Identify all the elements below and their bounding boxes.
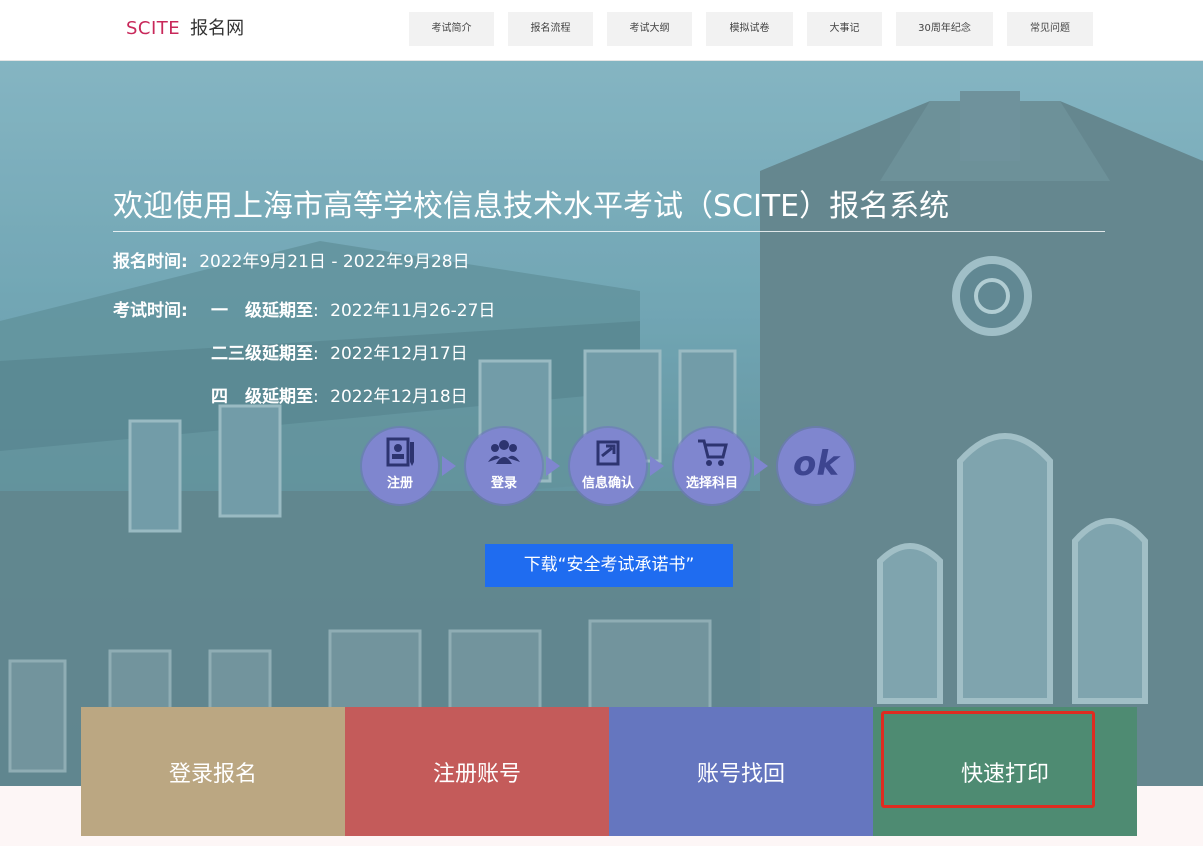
exam-level-sep: :: [313, 344, 319, 364]
tile-label: 注册账号: [432, 761, 521, 787]
tile-label: 登录报名: [168, 761, 257, 787]
step-select-subject: 选择科目: [674, 428, 750, 504]
tile-label: 账号找回: [696, 761, 785, 787]
step-arrow-icon: [650, 456, 664, 476]
nav-timeline[interactable]: 大事记: [807, 12, 882, 46]
step-register: 注册: [362, 428, 438, 504]
nav-mock-exam[interactable]: 模拟试卷: [706, 12, 793, 46]
registration-time: 报名时间: 2022年9月21日 - 2022年9月28日: [113, 247, 470, 272]
step-ok: ok: [778, 428, 854, 504]
exam-row-level-1: 一 级延期至: 2022年11月26-27日: [211, 296, 495, 321]
top-header: SCITE 报名网 考试简介 报名流程 考试大纲 模拟试卷 大事记 30周年纪念 …: [0, 0, 1203, 61]
cart-icon: [698, 439, 728, 466]
ok-text: ok: [793, 444, 839, 484]
step-arrow-icon: [754, 456, 768, 476]
exam-level-sep: :: [313, 387, 319, 407]
registration-steps: 注册 登录 信息确认 选择科目 ok: [362, 428, 862, 508]
users-icon: [488, 440, 520, 464]
confirm-arrow-icon: [596, 440, 620, 466]
action-tiles: 登录报名 注册账号 账号找回 快速打印: [81, 707, 1137, 836]
step-confirm-info: 信息确认: [570, 428, 646, 504]
nav-process[interactable]: 报名流程: [508, 12, 593, 46]
main-nav: 考试简介 报名流程 考试大纲 模拟试卷 大事记 30周年纪念 常见问题: [409, 12, 1107, 46]
step-arrow-icon: [442, 456, 456, 476]
register-card-icon: [386, 437, 414, 467]
tile-label: 快速打印: [960, 761, 1049, 787]
login-register-tile[interactable]: 登录报名: [81, 707, 345, 836]
exam-time-label-text: 考试时间:: [113, 301, 188, 321]
quick-print-tile[interactable]: 快速打印: [873, 707, 1137, 836]
exam-row-level-23: 二三级延期至: 2022年12月17日: [211, 339, 468, 364]
exam-level-label: 四 级延期至: [211, 387, 313, 407]
account-recovery-tile[interactable]: 账号找回: [609, 707, 873, 836]
step-login: 登录: [466, 428, 542, 504]
nav-faq[interactable]: 常见问题: [1007, 12, 1093, 46]
campus-building-illustration: [0, 61, 1203, 786]
register-account-tile[interactable]: 注册账号: [345, 707, 609, 836]
exam-time-label: 考试时间:: [113, 296, 188, 321]
exam-row-level-4: 四 级延期至: 2022年12月18日: [211, 382, 468, 407]
exam-level-label: 一 级延期至: [211, 301, 313, 321]
registration-time-value: 2022年9月21日 - 2022年9月28日: [199, 252, 470, 272]
step-label: 注册: [386, 476, 413, 491]
exam-level-date: 2022年11月26-27日: [330, 301, 496, 321]
hero-banner: 欢迎使用上海市高等学校信息技术水平考试（SCITE）报名系统 报名时间: 202…: [0, 61, 1203, 786]
logo-site-name: 报名网: [190, 18, 245, 39]
exam-level-sep: :: [313, 301, 319, 321]
page-title: 欢迎使用上海市高等学校信息技术水平考试（SCITE）报名系统: [113, 181, 1105, 232]
step-label: 选择科目: [685, 476, 738, 491]
nav-30th-anniversary[interactable]: 30周年纪念: [896, 12, 993, 46]
nav-syllabus[interactable]: 考试大纲: [607, 12, 692, 46]
exam-level-date: 2022年12月17日: [330, 344, 468, 364]
step-arrow-icon: [546, 456, 560, 476]
download-safety-pledge-button[interactable]: 下载“安全考试承诺书”: [485, 544, 733, 587]
site-logo[interactable]: SCITE 报名网: [126, 17, 244, 41]
exam-level-date: 2022年12月18日: [330, 387, 468, 407]
step-label: 信息确认: [581, 476, 634, 491]
registration-time-label: 报名时间:: [113, 252, 188, 272]
step-label: 登录: [490, 476, 517, 491]
exam-level-label: 二三级延期至: [211, 344, 313, 364]
logo-brand: SCITE: [126, 18, 181, 39]
nav-intro[interactable]: 考试简介: [409, 12, 494, 46]
